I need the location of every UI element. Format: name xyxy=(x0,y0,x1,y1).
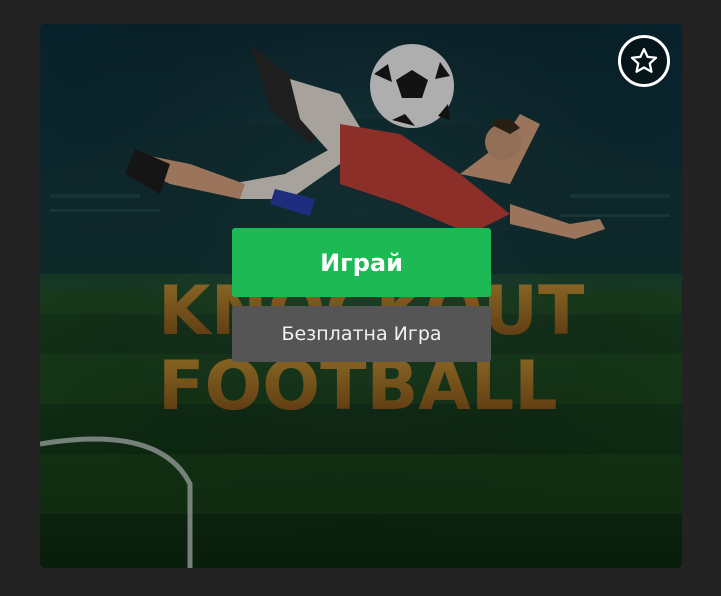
favorite-button[interactable] xyxy=(618,35,670,87)
free-play-button[interactable]: Безплатна Игра xyxy=(232,306,491,362)
star-outline-icon xyxy=(630,48,658,73)
game-card[interactable]: KNOCKOUT FOOTBALL Играй Без xyxy=(40,24,682,568)
play-button[interactable]: Играй xyxy=(232,228,491,297)
